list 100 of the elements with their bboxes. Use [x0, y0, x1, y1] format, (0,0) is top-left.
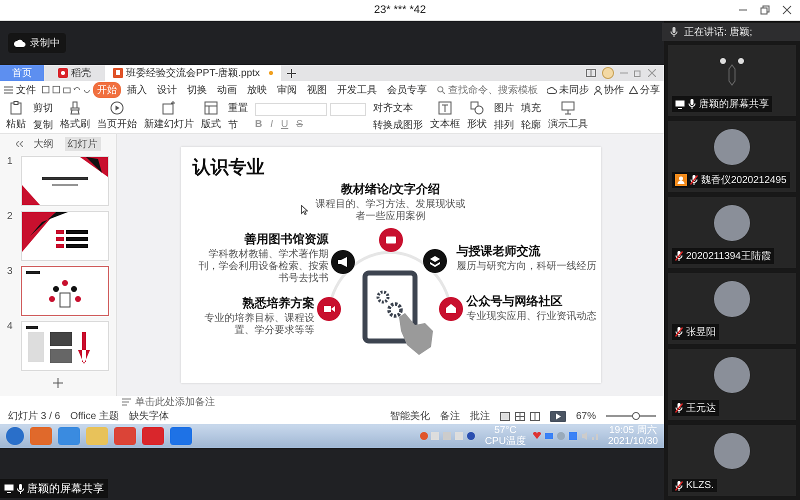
layout-icon[interactable] [586, 69, 596, 77]
participant-tile[interactable]: 王元达 [668, 349, 796, 420]
theme-name: Office 主题 [70, 410, 119, 423]
recording-label: 录制中 [30, 36, 60, 50]
house-icon [446, 304, 456, 313]
topic-description: 专业的培养目标、课程设置、学分要求等等 [204, 313, 314, 337]
clipboard-icon [9, 101, 23, 115]
slide-number: 3 [7, 266, 14, 277]
zoom-slider-thumb[interactable] [632, 412, 640, 420]
unsaved-dot [268, 71, 273, 75]
ribbon-tab[interactable]: 会员专享 [383, 82, 431, 98]
topic-heading: 与授课老师交流 [456, 243, 542, 260]
restore-icon[interactable] [760, 5, 770, 15]
participant-tile[interactable]: 2020211394王陆霞 [668, 197, 796, 268]
monitor-icon [561, 101, 575, 115]
ribbon-button[interactable]: 版式 [201, 101, 221, 131]
view-modes-icons-drawing[interactable] [500, 412, 540, 420]
quick-access-icons-drawing[interactable] [42, 85, 91, 95]
docer-icon [58, 68, 68, 78]
panel-tab[interactable]: 大纲 [30, 137, 56, 151]
avatar-icon[interactable] [602, 67, 614, 79]
ribbon-button[interactable]: 节 [228, 118, 248, 132]
participant-name: 2020211394王陆霞 [686, 250, 771, 263]
microphone-icon [670, 27, 678, 37]
ribbon-button[interactable]: 演示工具 [548, 101, 588, 131]
screen-share-name: 唐颖的屏幕共享 [27, 482, 104, 496]
participant-name: 唐颖的屏幕共享 [699, 98, 769, 111]
ribbon-tab[interactable]: 插入 [123, 82, 151, 98]
search-field[interactable]: 查找命令、搜索模板 [437, 84, 542, 96]
slide-number: 2 [7, 211, 14, 222]
ribbon-tab[interactable]: 视图 [303, 82, 331, 98]
share-icon [629, 86, 638, 94]
toolbar-action[interactable]: 分享 [629, 83, 660, 97]
brush-icon [68, 101, 82, 115]
ribbon-button[interactable]: 重置 [228, 100, 248, 114]
ribbon-button[interactable]: 排列 [494, 118, 514, 132]
screen-icon [4, 484, 14, 493]
document-tab[interactable]: 班委经验交流会PPT-唐颖.pptx [105, 65, 281, 81]
participant-tile[interactable]: 唐颖的屏幕共享 [668, 45, 796, 116]
notes-button[interactable]: 备注 [440, 409, 460, 423]
topic-heading: 教材绪论/文字介绍 [340, 181, 442, 198]
panel-tab[interactable]: 幻灯片 [64, 137, 100, 151]
ribbon-tab[interactable]: 审阅 [273, 82, 301, 98]
ribbon-tab[interactable]: 放映 [243, 82, 271, 98]
presentation-file-icon [113, 68, 123, 78]
slide-thumbnail[interactable] [21, 266, 109, 316]
ribbon-button[interactable]: 新建幻灯片 [144, 101, 194, 131]
ribbon-button[interactable]: 复制 [33, 118, 53, 132]
toolbar-action[interactable]: 协作 [594, 83, 624, 97]
zoom-percentage[interactable]: 67% [576, 410, 596, 422]
menu-icon [4, 86, 13, 94]
play-icon [110, 101, 124, 115]
slide-counter: 幻灯片 3 / 6 [8, 410, 60, 423]
notes-placeholder[interactable]: 单击此处添加备注 [135, 395, 215, 409]
participant-name: 张昱阳 [686, 326, 716, 339]
ribbon-button[interactable]: 文本框 [430, 101, 460, 131]
start-button[interactable] [6, 427, 24, 445]
add-slide-icon[interactable] [53, 378, 63, 388]
slide-number: 4 [7, 321, 14, 332]
video-camera-icon [324, 306, 334, 312]
slideshow-button[interactable] [550, 410, 566, 422]
ribbon-button[interactable]: 填充 [521, 100, 541, 114]
ribbon-button[interactable]: 当页开始 [97, 101, 137, 131]
participant-tile[interactable]: 魏香仪2020212495 [668, 121, 796, 192]
ribbon-tab[interactable]: 切换 [183, 82, 211, 98]
close-icon[interactable] [782, 5, 792, 15]
beautify-button[interactable]: 智能美化 [390, 409, 430, 423]
avatar-placeholder [714, 357, 750, 393]
meeting-title: 23* *** *42 [374, 4, 426, 16]
participant-name: 王元达 [686, 402, 716, 415]
layout-icon [204, 101, 218, 115]
ribbon-button[interactable]: 剪切 [33, 100, 53, 114]
ribbon-button[interactable]: 对齐文本 [373, 100, 423, 114]
file-menu[interactable]: 文件 [4, 83, 36, 97]
toolbar-action[interactable]: 未同步 [547, 83, 589, 97]
ribbon-button[interactable]: 转换成图形 [373, 118, 423, 132]
topic-description: 课程目的、学习方法、发展现状或者一些应用案例 [316, 199, 466, 223]
collapse-icon[interactable] [16, 141, 22, 147]
topic-heading: 善用图书馆资源 [244, 231, 328, 248]
ribbon-tab[interactable]: 设计 [153, 82, 181, 98]
ribbon-button[interactable]: 形状 [467, 101, 487, 131]
comments-button[interactable]: 批注 [470, 409, 490, 423]
participant-name: 魏香仪2020212495 [701, 174, 787, 187]
avatar-placeholder [714, 205, 750, 241]
ribbon-button[interactable]: 图片 [494, 100, 514, 114]
new-tab-icon[interactable] [286, 68, 296, 78]
ribbon-button[interactable]: 轮廓 [521, 118, 541, 132]
ribbon-tab[interactable]: 开发工具 [333, 82, 381, 98]
speaker-name: 正在讲话: 唐颖; [684, 26, 752, 39]
ribbon-button[interactable]: 粘贴 [6, 101, 26, 131]
participant-tile[interactable]: KLZS. [668, 425, 796, 496]
ribbon-tab[interactable]: 动画 [213, 82, 241, 98]
clock-time: 19:05 周六 [609, 425, 657, 436]
participant-tile[interactable]: 张昱阳 [668, 273, 796, 344]
slide-title: 认识专业 [192, 156, 264, 179]
person-icon [594, 86, 602, 94]
missing-font-button[interactable]: 缺失字体 [128, 409, 169, 423]
ribbon-button[interactable]: 格式刷 [60, 101, 90, 131]
slide-number: 1 [7, 156, 14, 167]
microphone-icon [17, 484, 24, 494]
